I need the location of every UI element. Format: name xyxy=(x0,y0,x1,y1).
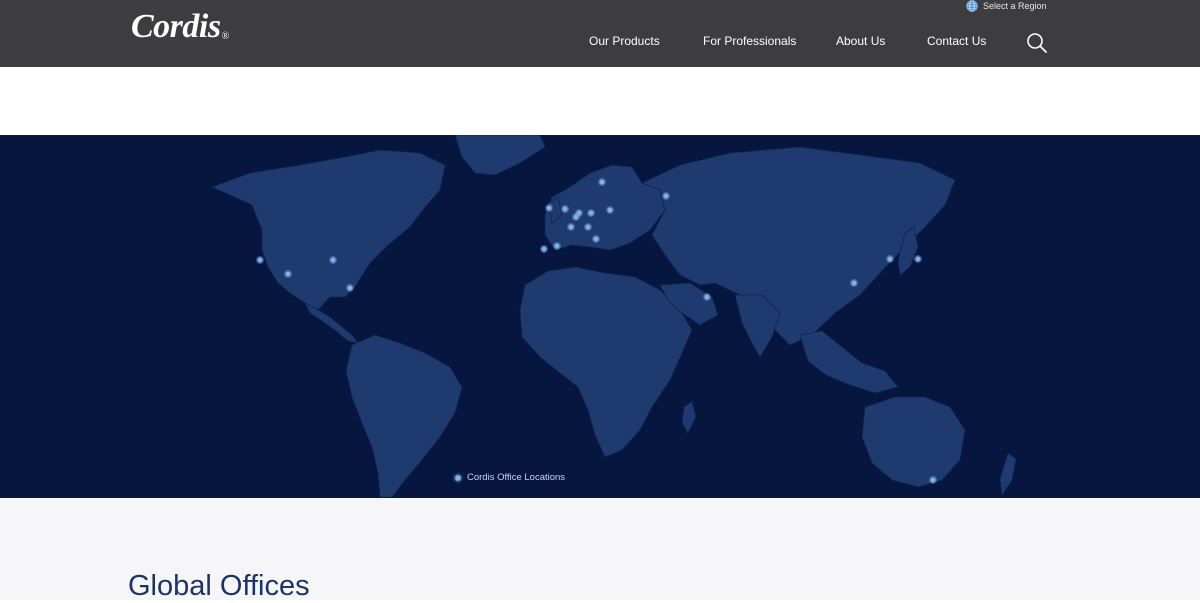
new-zealand xyxy=(999,452,1017,497)
office-marker xyxy=(283,269,293,279)
office-marker xyxy=(255,255,265,265)
office-marker xyxy=(560,204,570,214)
office-marker xyxy=(571,212,581,222)
office-marker xyxy=(591,234,601,244)
world-map-graphic xyxy=(210,135,1017,498)
nav-for-professionals[interactable]: For Professionals xyxy=(703,34,796,48)
office-marker xyxy=(586,208,596,218)
office-marker xyxy=(913,254,923,264)
continents xyxy=(210,135,1017,498)
select-region-label: Select a Region xyxy=(983,1,1047,11)
section-title: Global Offices xyxy=(128,570,310,602)
white-spacer xyxy=(0,67,1200,135)
office-marker xyxy=(552,241,562,251)
office-marker xyxy=(544,203,554,213)
nav-about-us[interactable]: About Us xyxy=(836,34,885,48)
search-button[interactable] xyxy=(1026,32,1048,54)
office-marker xyxy=(328,255,338,265)
office-marker xyxy=(661,191,671,201)
legend-marker-dot xyxy=(455,474,461,481)
office-marker xyxy=(345,283,355,293)
office-marker xyxy=(566,222,576,232)
office-marker xyxy=(885,254,895,264)
greenland xyxy=(454,135,546,176)
legend-label: Cordis Office Locations xyxy=(467,472,566,483)
office-marker xyxy=(539,244,549,254)
site-header: Cordis® Select a Region Our Products For… xyxy=(0,0,1200,67)
office-marker xyxy=(597,177,607,187)
south-america xyxy=(345,334,463,498)
search-icon xyxy=(1027,33,1047,53)
nav-contact-us[interactable]: Contact Us xyxy=(927,34,986,48)
southeast-asia xyxy=(799,330,899,394)
main-nav: Our Products For Professionals About Us … xyxy=(0,34,1200,50)
central-america xyxy=(304,302,359,344)
nav-our-products[interactable]: Our Products xyxy=(589,34,660,48)
office-marker xyxy=(928,475,938,485)
office-marker xyxy=(849,278,859,288)
madagascar xyxy=(681,400,697,434)
select-region-link[interactable]: Select a Region xyxy=(966,0,1047,12)
globe-icon xyxy=(966,0,978,12)
world-map xyxy=(0,135,1200,498)
office-marker xyxy=(605,205,615,215)
australia xyxy=(861,396,966,488)
office-marker xyxy=(702,292,712,302)
office-marker xyxy=(583,222,593,232)
north-america xyxy=(210,149,446,311)
map-legend: Cordis Office Locations xyxy=(455,472,565,483)
